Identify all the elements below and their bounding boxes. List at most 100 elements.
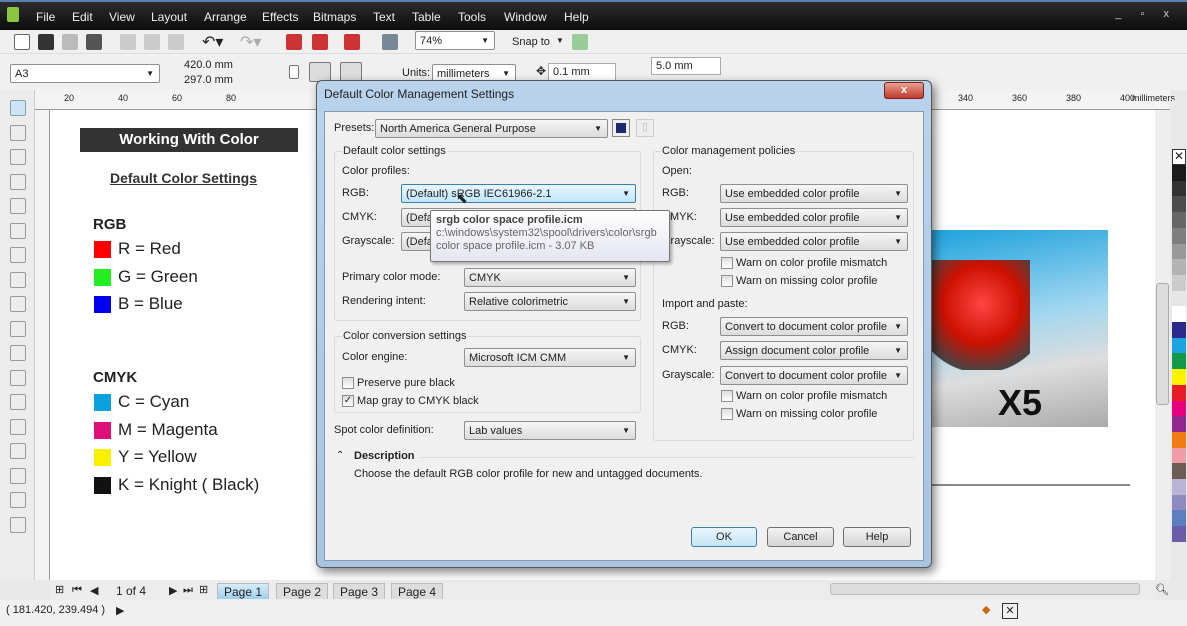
application-launcher-icon[interactable] (382, 34, 398, 50)
menu-effects[interactable]: Effects (262, 10, 298, 24)
page-size-dropdown[interactable]: A3 (10, 64, 160, 83)
palette-swatch[interactable] (1172, 180, 1186, 197)
nudge-distance-field[interactable]: 0.1 mm (548, 63, 616, 81)
new-icon[interactable] (14, 34, 30, 50)
fill-icon[interactable]: ◆ (982, 603, 990, 616)
menu-window[interactable]: Window (504, 10, 547, 24)
palette-swatch[interactable] (1172, 510, 1186, 527)
palette-swatch[interactable] (1172, 243, 1186, 260)
cut-icon[interactable] (120, 34, 136, 50)
delete-preset-icon[interactable]: ▯ (636, 119, 654, 137)
previous-page-icon[interactable]: ◀ (90, 584, 98, 597)
palette-swatch[interactable] (1172, 463, 1186, 480)
map-gray-checkbox[interactable]: ✓ (342, 395, 354, 407)
palette-swatch[interactable] (1172, 274, 1186, 291)
menu-file[interactable]: File (36, 10, 55, 24)
palette-swatch[interactable] (1172, 400, 1186, 417)
menu-help[interactable]: Help (564, 10, 589, 24)
crop-tool-icon[interactable] (10, 149, 26, 165)
help-button[interactable]: Help (843, 527, 911, 547)
palette-swatch[interactable] (1172, 353, 1186, 370)
palette-swatch[interactable] (1172, 322, 1186, 338)
menu-text[interactable]: Text (373, 10, 395, 24)
palette-swatch[interactable] (1172, 369, 1186, 386)
snap-to-button[interactable]: Snap to (512, 36, 550, 48)
import-warn-mismatch-checkbox[interactable] (721, 390, 733, 402)
spot-color-dropdown[interactable]: Lab values (464, 421, 636, 440)
palette-swatch[interactable] (1172, 306, 1186, 323)
export-icon[interactable] (312, 34, 328, 50)
outline-tool-icon[interactable] (10, 467, 26, 484)
freehand-tool-icon[interactable] (10, 198, 26, 214)
first-page-icon[interactable]: ⏮ (72, 584, 82, 597)
no-fill-indicator[interactable]: ✕ (1002, 603, 1018, 619)
palette-swatch[interactable] (1172, 290, 1186, 307)
palette-swatch[interactable] (1172, 416, 1186, 433)
page-tab-1[interactable]: Page 1 (217, 583, 270, 599)
vertical-scrollbar[interactable] (1155, 110, 1170, 580)
menu-layout[interactable]: Layout (151, 10, 187, 24)
options-icon[interactable] (572, 34, 588, 50)
connector-tool-icon[interactable] (10, 394, 26, 410)
redo-icon[interactable]: ↷▾ (240, 32, 261, 52)
menu-edit[interactable]: Edit (72, 10, 93, 24)
menu-tools[interactable]: Tools (458, 10, 486, 24)
cancel-button[interactable]: Cancel (767, 527, 834, 547)
zoom-tool-icon[interactable] (10, 173, 26, 190)
paste-icon[interactable] (168, 34, 184, 50)
window-controls[interactable]: _ ▫ x (1115, 8, 1177, 20)
palette-swatch[interactable] (1172, 227, 1186, 244)
table-tool-icon[interactable] (10, 345, 26, 361)
status-expand-icon[interactable]: ▶ (116, 604, 124, 617)
duplicate-distance-x-field[interactable]: 5.0 mm (651, 57, 721, 75)
no-color-swatch[interactable]: ✕ (1172, 149, 1186, 165)
import-grayscale-dropdown[interactable]: Convert to document color profile (720, 366, 908, 385)
palette-swatch[interactable] (1172, 494, 1186, 511)
primary-color-mode-dropdown[interactable]: CMYK (464, 268, 636, 287)
shape-tool-icon[interactable] (10, 124, 26, 141)
ok-button[interactable]: OK (691, 527, 757, 547)
palette-swatch[interactable] (1172, 212, 1186, 229)
import-cmyk-dropdown[interactable]: Assign document color profile (720, 341, 908, 360)
open-rgb-dropdown[interactable]: Use embedded color profile (720, 184, 908, 203)
import-rgb-dropdown[interactable]: Convert to document color profile (720, 317, 908, 336)
menu-table[interactable]: Table (412, 10, 441, 24)
palette-swatch[interactable] (1172, 384, 1186, 401)
palette-swatch[interactable] (1172, 431, 1186, 448)
smart-fill-tool-icon[interactable] (10, 222, 26, 239)
polygon-tool-icon[interactable] (10, 296, 26, 312)
page-tab-4[interactable]: Page 4 (391, 583, 444, 599)
dialog-close-button[interactable]: x (884, 82, 924, 99)
portrait-icon[interactable] (289, 65, 299, 79)
save-preset-icon[interactable] (612, 119, 630, 137)
fill-tool-icon[interactable] (10, 492, 26, 508)
open-warn-missing-checkbox[interactable] (721, 275, 733, 287)
menu-arrange[interactable]: Arrange (204, 10, 247, 24)
page-height-field[interactable]: 297.0 mm (180, 72, 250, 90)
menu-view[interactable]: View (109, 10, 135, 24)
car-artwork-image[interactable]: X5 (910, 230, 1108, 427)
rectangle-tool-icon[interactable] (10, 247, 26, 263)
page-tab-2[interactable]: Page 2 (276, 583, 329, 599)
collapse-description-icon[interactable]: ⌃ (336, 450, 344, 461)
open-cmyk-dropdown[interactable]: Use embedded color profile (720, 208, 908, 227)
app-icon[interactable] (7, 7, 19, 22)
pick-tool-icon[interactable] (10, 100, 26, 116)
eyedropper-tool-icon[interactable] (10, 443, 26, 459)
dimension-tool-icon[interactable] (10, 369, 26, 386)
import-warn-missing-checkbox[interactable] (721, 408, 733, 420)
text-tool-icon[interactable] (10, 320, 26, 337)
palette-swatch[interactable] (1172, 165, 1186, 181)
add-page-before-icon[interactable]: ⊞ (55, 583, 64, 596)
horizontal-scrollbar[interactable] (830, 583, 1140, 595)
rgb-profile-dropdown[interactable]: (Default) sRGB IEC61966-2.1 (401, 184, 636, 203)
open-icon[interactable] (38, 34, 54, 50)
zoom-level-dropdown[interactable]: 74% (415, 31, 495, 50)
presets-dropdown[interactable]: North America General Purpose (375, 119, 608, 138)
scrollbar-thumb[interactable] (1156, 283, 1169, 405)
palette-swatch[interactable] (1172, 196, 1186, 213)
palette-swatch[interactable] (1172, 337, 1186, 354)
undo-icon[interactable]: ↶▾ (202, 32, 223, 52)
page-tab-3[interactable]: Page 3 (333, 583, 386, 599)
menu-bitmaps[interactable]: Bitmaps (313, 10, 356, 24)
